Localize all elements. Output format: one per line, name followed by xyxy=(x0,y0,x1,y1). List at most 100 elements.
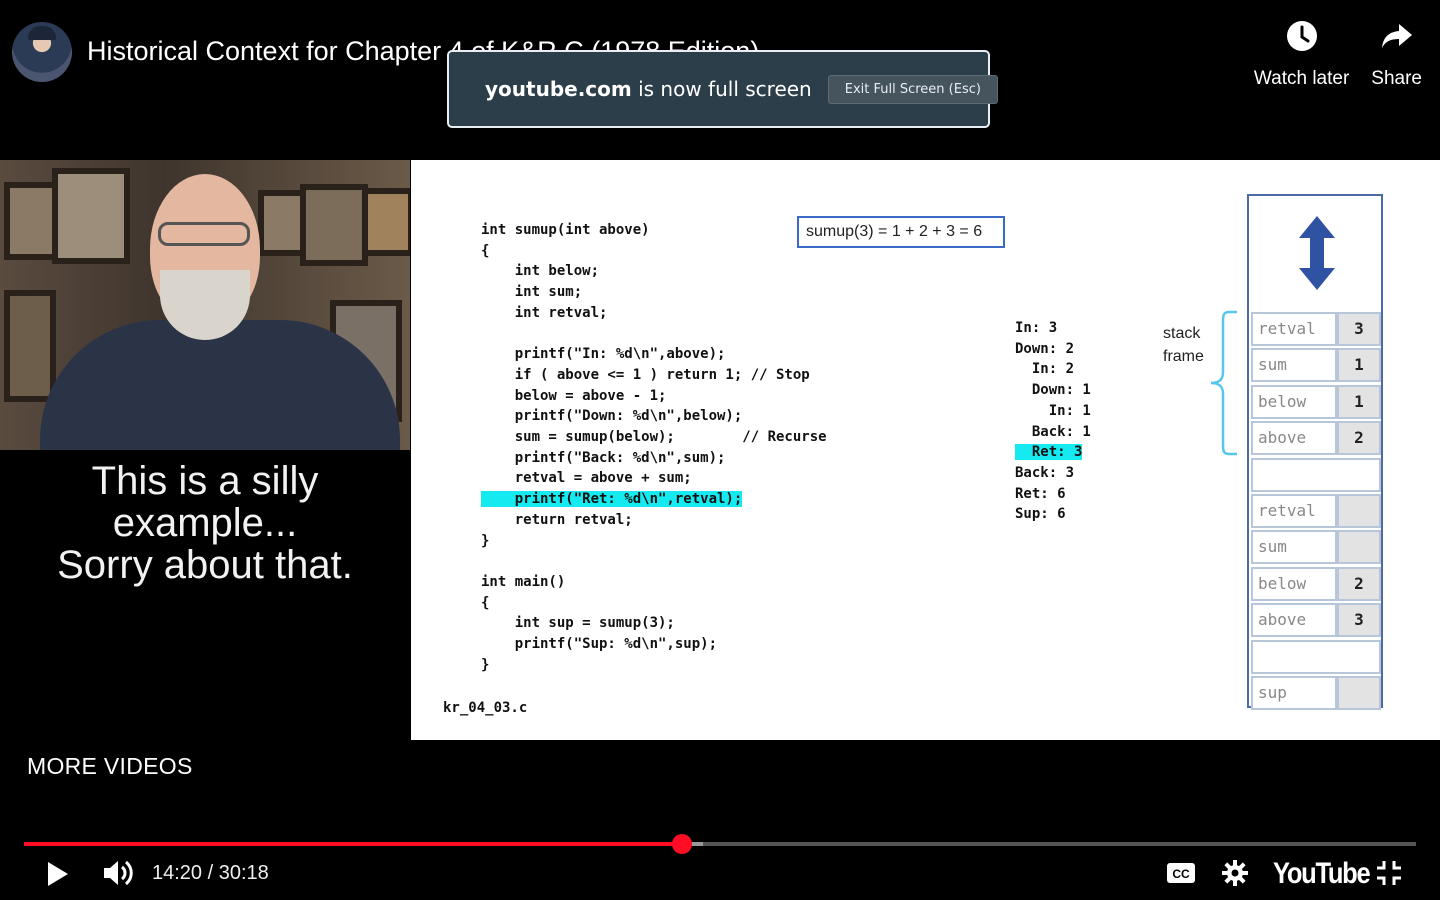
stack-label-line: frame xyxy=(1163,348,1204,365)
stack-var-value: 1 xyxy=(1337,384,1381,419)
code-slide: int sumup(int above) { int below; int su… xyxy=(411,160,1440,740)
fullscreen-text: is now full screen xyxy=(638,77,812,101)
execution-trace: In: 3 Down: 2 In: 2 Down: 1 In: 1 Back: … xyxy=(1015,318,1091,525)
youtube-logo[interactable]: YouTube xyxy=(1273,857,1371,891)
fullscreen-notice: youtube.com is now full screen Exit Full… xyxy=(447,50,998,128)
presenter-glasses xyxy=(158,222,250,246)
code-line: { xyxy=(481,242,490,259)
double-arrow-icon xyxy=(1299,216,1335,290)
presenter-body xyxy=(40,320,400,450)
code-line: } xyxy=(481,656,490,673)
stack-blank-cell xyxy=(1251,639,1381,674)
caption-line: This is a silly xyxy=(91,459,319,503)
code-line: int retval; xyxy=(481,304,608,321)
trace-line: In: 2 xyxy=(1015,361,1075,378)
trace-line: Ret: 3 xyxy=(1015,444,1083,461)
stack-frame-brace xyxy=(1210,310,1237,456)
code-line: int below; xyxy=(481,263,600,280)
stack-var-name: below xyxy=(1251,566,1337,601)
share-arrow-icon xyxy=(1381,24,1412,48)
caption-line: example... xyxy=(112,501,298,545)
code-line: } xyxy=(481,532,490,549)
cc-icon[interactable]: CC xyxy=(1166,862,1196,884)
video-frame[interactable]: This is a silly example... Sorry about t… xyxy=(0,160,1440,742)
exit-fullscreen-icon[interactable] xyxy=(1376,860,1402,886)
caption-line: Sorry about that. xyxy=(57,543,353,587)
share-label: Share xyxy=(1371,68,1422,89)
stack-label-line: stack xyxy=(1163,325,1201,342)
more-videos-link[interactable]: MORE VIDEOS xyxy=(27,753,193,780)
wall-picture xyxy=(52,168,130,264)
presenter-video xyxy=(0,160,410,450)
trace-line: Back: 3 xyxy=(1015,464,1075,481)
stack-var-value xyxy=(1337,676,1381,710)
stack-blank-cell xyxy=(1251,457,1381,492)
code-line: int main() xyxy=(481,573,566,590)
trace-line: Ret: 6 xyxy=(1015,485,1066,502)
fullscreen-message: youtube.com is now full screen xyxy=(485,77,812,101)
watch-later-button[interactable]: Watch later xyxy=(1254,18,1349,90)
stack-var-value: 3 xyxy=(1337,312,1381,346)
stack-frame-label: stack frame xyxy=(1163,322,1204,368)
stack-var-name: above xyxy=(1251,421,1337,456)
exit-fullscreen-button[interactable]: Exit Full Screen (Esc) xyxy=(827,74,998,104)
progress-bar[interactable] xyxy=(24,834,1416,854)
trace-line: In: 1 xyxy=(1015,402,1091,419)
code-line: below = above - 1; xyxy=(481,387,667,404)
clock-icon xyxy=(1286,21,1317,51)
trace-line: In: 3 xyxy=(1015,320,1058,336)
svg-text:CC: CC xyxy=(1172,867,1190,881)
stack-var-name: retval xyxy=(1251,494,1337,528)
code-line: sum = sumup(below); // Recurse xyxy=(481,429,827,446)
caption-text: This is a silly example... Sorry about t… xyxy=(0,460,410,586)
stack-var-value xyxy=(1337,494,1381,528)
trace-line: Down: 1 xyxy=(1015,382,1091,399)
stack-var-name: below xyxy=(1251,384,1337,419)
wall-picture xyxy=(300,184,368,266)
stack-diagram: retval 3 sum 1 below 1 above 2 retval sum below 2 ab… xyxy=(1247,194,1383,710)
trace-line: Down: 2 xyxy=(1015,340,1075,357)
code-line: if ( above <= 1 ) return 1; // Stop xyxy=(481,366,810,383)
player-controls: 14:20 / 30:18 CC YouTube xyxy=(0,850,1440,900)
code-line: { xyxy=(481,594,490,611)
code-listing: int sumup(int above) { int below; int su… xyxy=(481,220,827,675)
avatar-cap xyxy=(28,26,56,40)
trace-line: Sup: 6 xyxy=(1015,506,1066,523)
code-line: printf("Ret: %d\n",retval); xyxy=(481,491,743,508)
code-line: retval = above + sum; xyxy=(481,470,692,487)
stack-var-name: sum xyxy=(1251,530,1337,565)
stack-var-value: 1 xyxy=(1337,348,1381,383)
code-line: int sup = sumup(3); xyxy=(481,615,675,632)
filename-label: kr_04_03.c xyxy=(443,700,528,716)
progress-played xyxy=(24,842,683,846)
code-line: return retval; xyxy=(481,511,633,528)
stack-var-value: 3 xyxy=(1337,603,1381,638)
stack-var-value: 2 xyxy=(1337,421,1381,456)
gear-icon[interactable] xyxy=(1222,860,1248,886)
fullscreen-domain: youtube.com xyxy=(485,77,632,101)
watch-later-label: Watch later xyxy=(1253,68,1350,89)
time-display: 14:20 / 30:18 xyxy=(152,862,269,884)
code-line: printf("Down: %d\n",below); xyxy=(481,408,743,425)
code-line: int sumup(int above) xyxy=(481,222,650,238)
share-button[interactable]: Share xyxy=(1371,18,1422,90)
play-icon[interactable] xyxy=(46,860,70,888)
stack-var-name: sup xyxy=(1251,676,1337,710)
stack-var-name: sum xyxy=(1251,348,1337,383)
code-line: printf("Back: %d\n",sum); xyxy=(481,449,726,466)
code-line: printf("In: %d\n",above); xyxy=(481,346,726,363)
volume-icon[interactable] xyxy=(102,858,134,888)
trace-line: Back: 1 xyxy=(1015,423,1091,440)
wall-picture xyxy=(362,188,410,256)
wall-picture xyxy=(4,290,56,402)
code-line: printf("Sup: %d\n",sup); xyxy=(481,636,718,653)
stack-var-name: retval xyxy=(1251,312,1337,346)
stack-var-value: 2 xyxy=(1337,566,1381,601)
wall-picture xyxy=(258,190,306,256)
channel-avatar[interactable] xyxy=(12,22,72,82)
top-actions: Watch later Share xyxy=(1254,18,1422,90)
sum-formula-box: sumup(3) = 1 + 2 + 3 = 6 xyxy=(797,216,1005,248)
stack-var-value xyxy=(1337,530,1381,565)
code-line: int sum; xyxy=(481,284,583,301)
stack-var-name: above xyxy=(1251,603,1337,638)
